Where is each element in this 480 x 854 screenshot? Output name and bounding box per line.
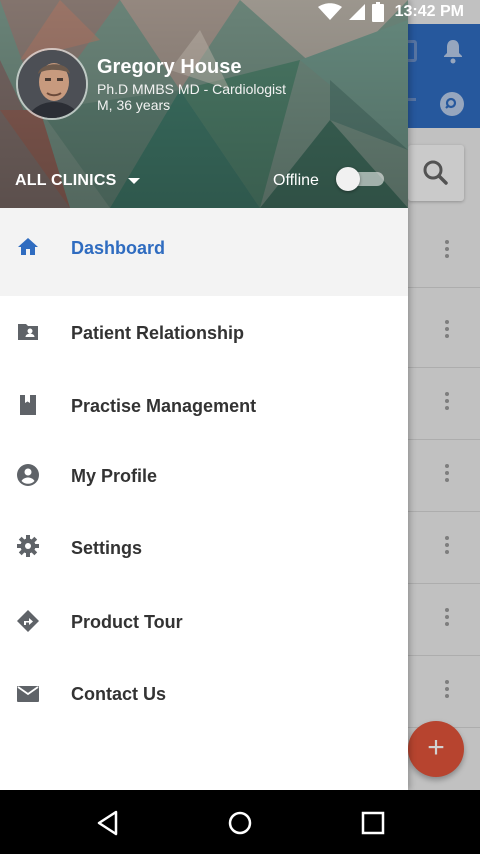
menu-item-dashboard[interactable]: Dashboard [0,208,408,296]
dropdown-caret-icon [128,178,141,184]
account-circle-icon [17,464,39,486]
toggle-thumb [336,167,360,191]
gear-icon [17,535,39,557]
home-icon [18,238,38,255]
menu-item-settings[interactable]: Settings [0,512,408,584]
menu-item-product-tour[interactable]: Product Tour [0,584,408,660]
offline-toggle[interactable] [336,167,384,191]
folder-account-icon [18,324,38,340]
menu-item-label: Dashboard [71,238,166,258]
navigation-drawer: Gregory House Ph.D MMBS MD - Cardiologis… [0,0,408,790]
offline-label: Offline [273,172,319,189]
clinic-selector[interactable]: ALL CLINICS [15,172,141,190]
menu-item-contact-us[interactable]: Contact Us [0,660,408,732]
user-name: Gregory House [97,56,242,78]
menu-item-label: Practise Management [71,396,257,416]
menu-item-label: My Profile [71,466,158,486]
status-icons [318,2,384,22]
menu-item-practise-management[interactable]: Practise Management [0,368,408,440]
signal-icon [349,4,365,20]
bookmark-book-icon [20,395,36,415]
menu-item-label: Settings [71,538,143,558]
battery-icon [372,2,384,22]
back-icon[interactable] [93,808,123,838]
user-degree: Ph.D MMBS MD - Cardiologist [97,81,287,97]
recents-icon[interactable] [358,808,388,838]
status-time: 13:42 PM [394,3,464,20]
directions-icon [17,610,39,632]
menu-item-patient-relationship[interactable]: Patient Relationship [0,296,408,368]
clinic-selector-label: ALL CLINICS [15,172,117,189]
status-bar: 13:42 PM [0,0,480,24]
menu-item-my-profile[interactable]: My Profile [0,440,408,512]
menu-item-label: Patient Relationship [71,323,245,343]
wifi-icon [318,3,342,20]
user-age-gender: M, 36 years [97,97,171,113]
menu-item-label: Product Tour [71,612,183,632]
home-circle-icon[interactable] [225,808,255,838]
system-nav-bar [0,790,480,854]
drawer-header: Gregory House Ph.D MMBS MD - Cardiologis… [0,0,408,208]
mail-icon [17,686,39,702]
menu-item-label: Contact Us [71,684,167,704]
avatar[interactable] [16,48,88,120]
